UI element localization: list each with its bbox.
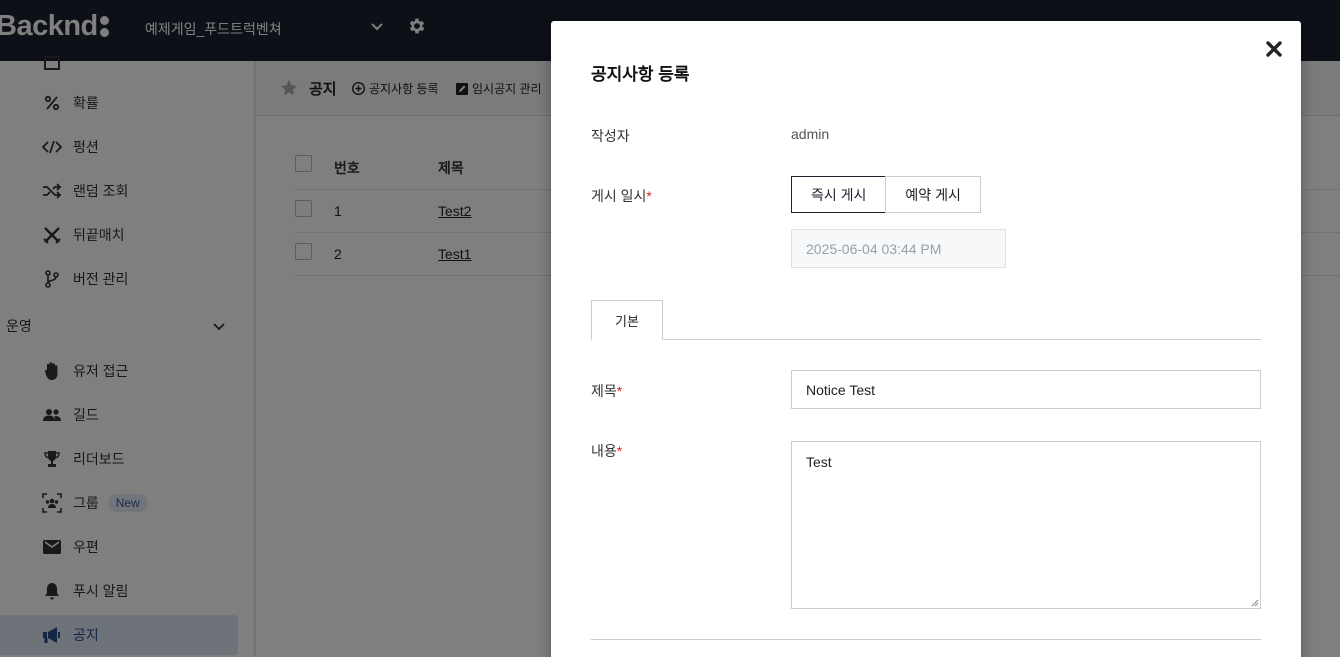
content-label: 내용* xyxy=(591,443,623,459)
schedule-post-button[interactable]: 예약 게시 xyxy=(885,176,981,213)
post-time-label: 게시 일시* xyxy=(591,188,652,204)
post-datetime-field[interactable]: 2025-06-04 03:44 PM xyxy=(791,229,1006,268)
modal-divider xyxy=(591,639,1261,640)
required-marker: * xyxy=(616,383,623,399)
register-notice-modal: 공지사항 등록 작성자 admin 게시 일시* 즉시 게시 예약 게시 202… xyxy=(551,21,1301,657)
required-marker: * xyxy=(646,188,652,204)
modal-title: 공지사항 등록 xyxy=(591,65,690,84)
post-mode-toggle: 즉시 게시 예약 게시 xyxy=(791,176,981,213)
content-textarea[interactable]: Test xyxy=(791,441,1261,609)
post-now-button[interactable]: 즉시 게시 xyxy=(791,176,887,213)
author-label: 작성자 xyxy=(591,128,630,144)
author-value: admin xyxy=(791,126,830,142)
subject-input[interactable]: Notice Test xyxy=(791,370,1261,409)
subject-label: 제목* xyxy=(591,383,623,399)
required-marker: * xyxy=(616,443,623,459)
tab-divider xyxy=(591,339,1261,340)
resize-grip-icon[interactable] xyxy=(1251,599,1259,607)
tab-basic[interactable]: 기본 xyxy=(591,300,663,340)
content-text: Test xyxy=(806,454,832,470)
close-icon[interactable] xyxy=(1264,39,1284,59)
